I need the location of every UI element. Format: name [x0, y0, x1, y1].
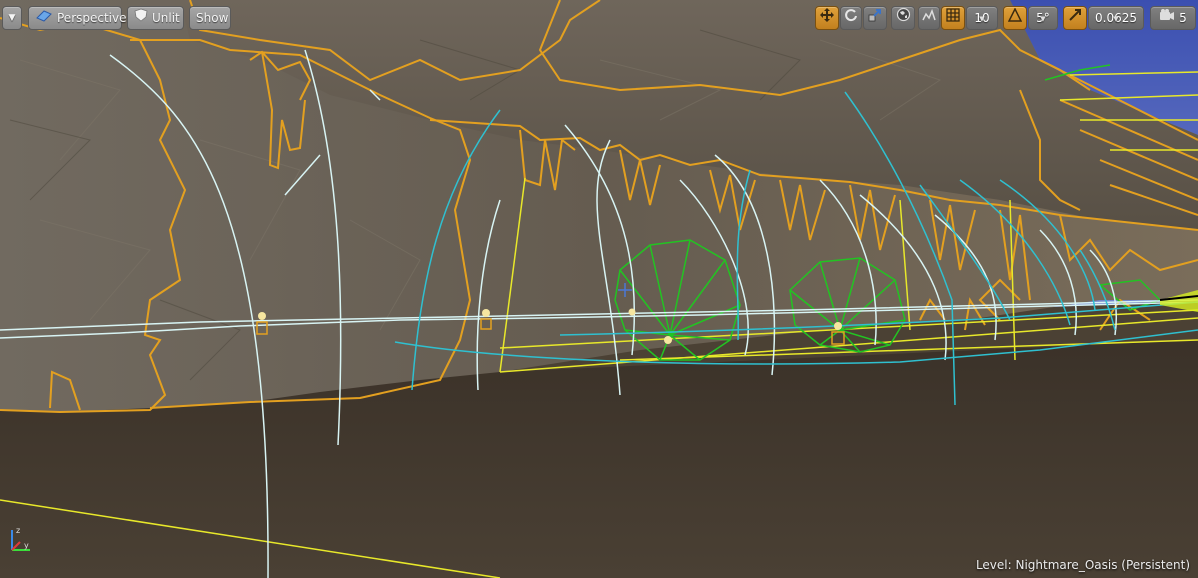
rotate-mode-button[interactable]	[840, 6, 862, 30]
perspective-button[interactable]: Perspective	[28, 6, 127, 30]
scale-icon	[868, 7, 882, 29]
scale-mode-button[interactable]	[863, 6, 887, 30]
rotate-icon	[844, 7, 858, 29]
angle-icon	[1007, 7, 1023, 29]
world-space-icon	[896, 7, 911, 29]
camera-speed-icon	[1159, 7, 1175, 29]
chevron-down-icon: ▼	[1040, 15, 1046, 23]
level-prefix: Level:	[975, 558, 1012, 572]
chevron-down-icon: ▼	[1113, 15, 1119, 23]
perspective-label: Perspective	[57, 11, 127, 25]
grid-icon	[946, 7, 960, 29]
scene-render[interactable]	[0, 0, 1198, 578]
surface-snap-icon	[922, 7, 936, 29]
viewport-options-button[interactable]: ▼	[2, 6, 22, 30]
grid-snap-toggle[interactable]	[941, 6, 965, 30]
scale-snap-icon	[1068, 7, 1082, 29]
rotation-snap-toggle[interactable]	[1003, 6, 1027, 30]
svg-text:z: z	[16, 526, 20, 535]
show-button[interactable]: Show	[189, 6, 231, 30]
axis-gizmo-icon: y z	[11, 526, 30, 551]
editor-viewport[interactable]: ▼ Perspective Unlit Show 10 ▼ 5° ▼ 0.062…	[0, 0, 1198, 578]
rotation-snap-value[interactable]: 5° ▼	[1028, 6, 1058, 30]
world-space-button[interactable]	[891, 6, 915, 30]
scale-snap-value[interactable]: 0.0625 ▼	[1088, 6, 1144, 30]
grid-snap-value[interactable]: 10 ▼	[966, 6, 998, 30]
unlit-shield-icon	[134, 7, 148, 29]
perspective-cube-icon	[35, 7, 53, 29]
show-label: Show	[196, 11, 229, 25]
svg-text:y: y	[24, 541, 29, 550]
translate-mode-button[interactable]	[815, 6, 839, 30]
chevron-down-icon: ▼	[979, 15, 985, 23]
camera-speed-label: 5	[1179, 11, 1187, 25]
surface-snap-button[interactable]	[918, 6, 940, 30]
current-level-label: Level: Nightmare_Oasis (Persistent)	[976, 558, 1190, 572]
level-name: Nightmare_Oasis (Persistent)	[1015, 558, 1190, 572]
camera-speed-button[interactable]: 5	[1150, 6, 1196, 30]
scale-snap-toggle[interactable]	[1063, 6, 1087, 30]
translate-icon	[819, 7, 835, 30]
lighting-mode-button[interactable]: Unlit	[127, 6, 184, 30]
chevron-down-icon: ▼	[8, 13, 16, 23]
lighting-label: Unlit	[152, 11, 180, 25]
